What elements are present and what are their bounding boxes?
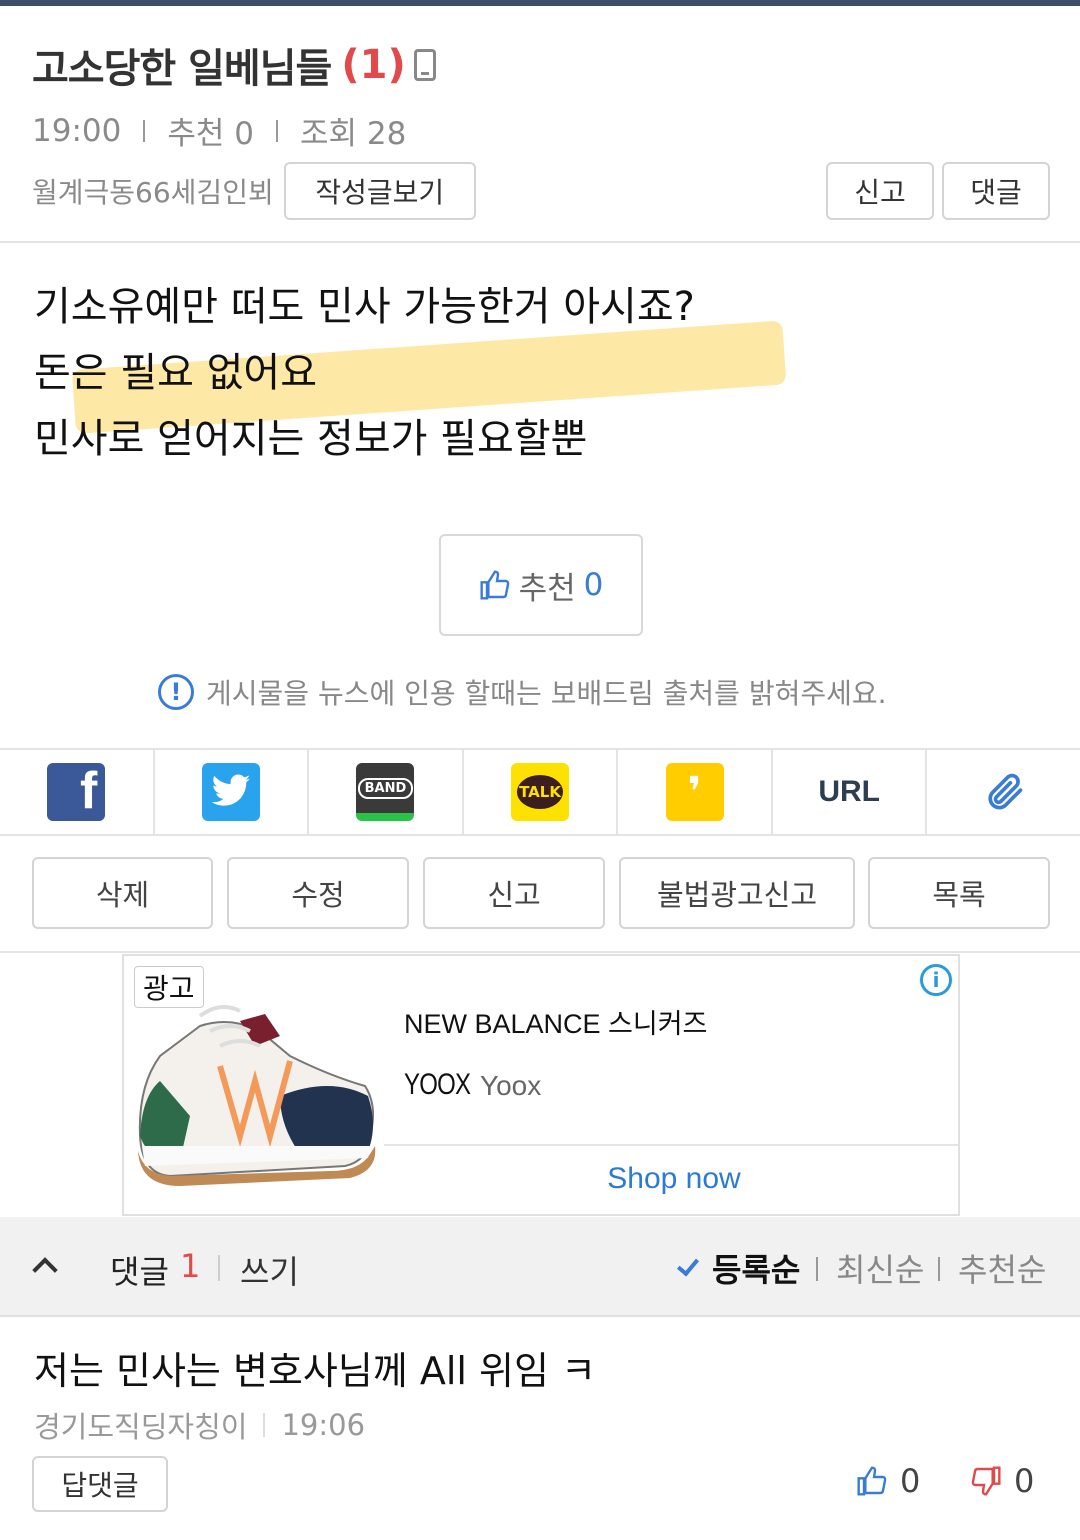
kakaostory-icon: ❜: [665, 763, 724, 821]
exclamation-icon: !: [158, 674, 194, 710]
thumbs-up-icon: [480, 570, 509, 600]
ad-divider: [384, 1144, 958, 1146]
mobile-icon: [413, 49, 436, 81]
talk-text: TALK: [517, 775, 564, 809]
thumbs-down-icon: [971, 1466, 1001, 1496]
reply-button[interactable]: 답댓글: [32, 1456, 168, 1512]
recommend-count: 0: [583, 567, 604, 603]
post-body-line: 기소유예만 떠도 민사 가능한거 아시죠?: [34, 284, 695, 330]
ad-brand: Yoox: [480, 1070, 542, 1101]
share-url[interactable]: URL: [773, 750, 928, 834]
author-row: 월계극동66세김인뵈 작성글보기 신고 댓글: [32, 162, 1050, 220]
comment-dislike-count: 0: [1014, 1462, 1035, 1500]
info-icon[interactable]: i: [920, 964, 952, 996]
yoox-logo: YOOX: [404, 1068, 471, 1101]
meta-separator: [143, 119, 146, 142]
post-comment-count[interactable]: (1): [341, 42, 405, 88]
share-attachment[interactable]: [927, 750, 1080, 834]
comment-like-count: 0: [900, 1462, 921, 1500]
report-button-bottom[interactable]: 신고: [423, 857, 605, 929]
twitter-icon: [201, 763, 260, 821]
chevron-up-icon[interactable]: [32, 1257, 58, 1283]
edit-button[interactable]: 수정: [227, 857, 409, 929]
share-kakaotalk[interactable]: TALK: [464, 750, 619, 834]
citation-notice: ! 게시물을 뉴스에 인용 할때는 보배드림 출처를 밝혀주세요.: [158, 672, 887, 712]
write-comment-button[interactable]: 쓰기: [240, 1247, 299, 1293]
report-button[interactable]: 신고: [826, 162, 934, 220]
post-view-count: 조회 28: [299, 116, 407, 152]
comment-meta: 경기도직딩자칭이 19:06: [34, 1404, 365, 1446]
post-meta: 19:00 추천 0 조회 28: [32, 108, 406, 153]
meta-separator: [275, 119, 278, 142]
separator: [263, 1413, 266, 1437]
facebook-icon: f: [47, 762, 106, 821]
thumbs-up-icon: [857, 1466, 887, 1496]
sort-registered[interactable]: 등록순: [712, 1245, 800, 1291]
ad-banner[interactable]: 광고 i NEW BALANCE 스니커즈 YOOX Yoox Shop now: [122, 954, 960, 1216]
comment-dislike[interactable]: 0: [970, 1462, 1034, 1500]
post-title-row: 고소당한 일베님들 (1): [32, 36, 436, 94]
band-icon: BAND: [356, 763, 415, 821]
post-recommend-count: 추천 0: [167, 116, 254, 152]
share-facebook[interactable]: f: [0, 750, 155, 834]
ad-badge: 광고: [134, 966, 204, 1008]
divider: [0, 241, 1080, 243]
view-posts-button[interactable]: 작성글보기: [283, 162, 476, 220]
url-icon: URL: [818, 775, 880, 808]
top-border: [0, 0, 1080, 6]
comment-text: 저는 민사는 변호사님께 All 위임 ㅋ: [34, 1349, 596, 1393]
separator: [938, 1257, 940, 1281]
illegal-ad-report-button[interactable]: 불법광고신고: [619, 857, 855, 929]
share-kakaostory[interactable]: ❜: [618, 750, 773, 834]
post-author[interactable]: 월계극동66세김인뵈: [32, 171, 274, 211]
divider: [0, 951, 1080, 953]
share-twitter[interactable]: [155, 750, 310, 834]
post-actions: 삭제 수정 신고 불법광고신고 목록: [32, 857, 1050, 929]
share-band[interactable]: BAND: [309, 750, 464, 834]
sort-recommend[interactable]: 추천순: [958, 1245, 1046, 1291]
comment-like[interactable]: 0: [856, 1462, 920, 1500]
recommend-button[interactable]: 추천 0: [439, 534, 643, 636]
band-text: BAND: [357, 777, 414, 799]
share-bar: f BAND TALK ❜ URL: [0, 748, 1080, 836]
comments-count: 1: [180, 1247, 201, 1285]
shop-now-button[interactable]: Shop now: [384, 1162, 958, 1196]
comments-bar: 댓글 1 쓰기 등록순 최신순 추천순: [0, 1217, 1080, 1317]
comment-author[interactable]: 경기도직딩자칭이: [34, 1404, 247, 1446]
comment-button[interactable]: 댓글: [942, 162, 1050, 220]
ad-title[interactable]: NEW BALANCE 스니커즈: [404, 1002, 707, 1041]
separator: [218, 1255, 220, 1281]
notice-text: 게시물을 뉴스에 인용 할때는 보배드림 출처를 밝혀주세요.: [206, 677, 887, 710]
sort-latest[interactable]: 최신순: [836, 1245, 924, 1291]
delete-button[interactable]: 삭제: [32, 857, 213, 929]
checkmark-icon: [676, 1253, 700, 1277]
separator: [816, 1257, 818, 1281]
post-time: 19:00: [32, 112, 122, 149]
post-body-line: 민사로 얻어지는 정보가 필요할뿐: [34, 416, 588, 462]
post-body-text: 기소유예만 떠도 민사 가능한거 아시죠? 돈은 필요 없어요 민사로 얻어지는…: [34, 274, 787, 472]
post-title: 고소당한 일베님들: [32, 46, 332, 92]
recommend-label: 추천: [518, 570, 576, 607]
comments-label: 댓글: [110, 1253, 169, 1291]
paperclip-icon: [988, 773, 1023, 810]
sneaker-image: [138, 1005, 376, 1186]
post-body: 기소유예만 떠도 민사 가능한거 아시죠? 돈은 필요 없어요 민사로 얻어지는…: [34, 274, 787, 472]
post-body-line: 돈은 필요 없어요: [34, 350, 318, 396]
list-button[interactable]: 목록: [868, 857, 1050, 929]
kakaotalk-icon: TALK: [511, 763, 570, 821]
comment-time: 19:06: [281, 1408, 366, 1442]
